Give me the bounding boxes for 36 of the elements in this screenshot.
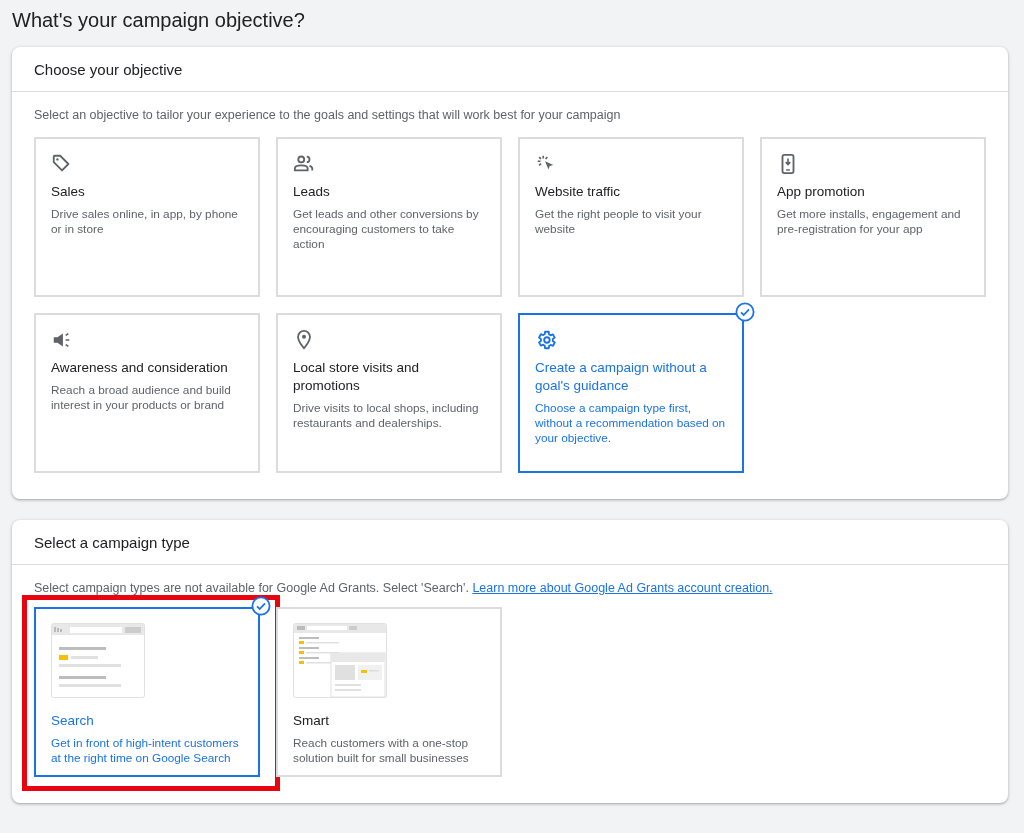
section-title: Choose your objective [12,47,1008,92]
option-description: Get the right people to visit your website [535,207,703,237]
objective-option[interactable]: App promotion Get more installs, engagement and pre-registration for your app [760,137,986,297]
option-title: App promotion [777,183,866,201]
option-title: Sales [51,183,86,201]
option-title: Website traffic [535,183,622,201]
note-text: Select campaign types are not available for Google Ad Grants. Select 'Search'. [34,581,469,595]
page-title: What's your campaign objective? [12,9,306,32]
option-description: Get more installs, engagement and pre-registration for your app [777,207,962,237]
objective-option[interactable]: Local store visits and promotions Drive visits to local shops, including restaurants and dealerships. [276,313,502,473]
section-title: Select a campaign type [12,520,1008,565]
objective-option[interactable]: Sales Drive sales online, in app, by phone or in store [34,137,260,297]
campaign-type-option[interactable]: Search Get in front of high-intent customers at the right time on Google Search [34,607,260,777]
option-description: Reach a broad audience and build interest in your products or brand [51,383,232,413]
option-title: Create a campaign without a goal's guidance [535,359,708,395]
objective-option[interactable]: Leads Get leads and other conversions by encouraging customers to take action [276,137,502,297]
checkmark-icon [251,596,271,616]
instruction-text: Select an objective to tailor your experience to the goals and settings that will work best for your campaign [34,108,622,122]
campaign-type-option[interactable]: Smart Reach customers with a one-stop solution built for small businesses [276,607,502,777]
objective-option[interactable]: Create a campaign without a goal's guidance Choose a campaign type first, without a recommendation based on your objective. [518,313,744,473]
checkmark-icon [735,302,755,322]
option-description: Choose a campaign type first, without a recommendation based on your objective. [535,401,727,446]
option-title: Awareness and consideration [51,359,229,377]
option-description: Drive sales online, in app, by phone or in store [51,207,239,237]
option-title: Leads [293,183,331,201]
option-title: Local store visits and promotions [293,359,421,395]
option-description: Drive visits to local shops, including restaurants and dealerships. [293,401,480,431]
learn-more-link[interactable]: Learn more about Google Ad Grants account creation. [472,581,773,595]
option-description: Reach customers with a one-stop solution built for small businesses [293,736,470,766]
objective-option[interactable]: Awareness and consideration Reach a broad audience and build interest in your products or brand [34,313,260,473]
settings-icon [535,329,557,351]
option-title: Search [51,712,95,730]
objective-option[interactable]: Website traffic Get the right people to visit your website [518,137,744,297]
option-description: Get leads and other conversions by encouraging customers to take action [293,207,480,252]
option-title: Smart [293,712,330,730]
option-description: Get in front of high-intent customers at the right time on Google Search [51,736,240,766]
